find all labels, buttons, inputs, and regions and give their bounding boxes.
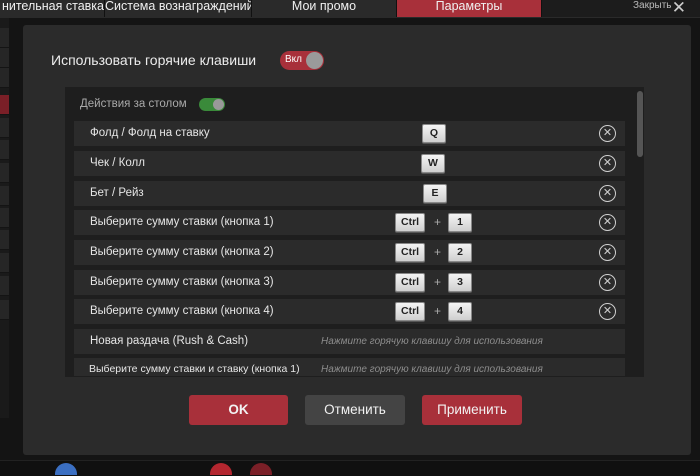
hotkey-row-fold[interactable]: Фолд / Фолд на ставку Q ✕ bbox=[74, 121, 625, 146]
hotkey-row-check-call[interactable]: Чек / Колл W ✕ bbox=[74, 151, 625, 176]
clear-icon[interactable]: ✕ bbox=[599, 185, 616, 202]
key-cap-ctrl[interactable]: Ctrl bbox=[395, 273, 426, 292]
hotkey-label: Выберите сумму ставки (кнопка 2) bbox=[90, 246, 274, 258]
tab-label: Параметры bbox=[435, 0, 503, 13]
hotkey-row-bet-and-size-1[interactable]: Выберите сумму ставки и ставку (кнопка 1… bbox=[74, 358, 625, 376]
left-strip-cell bbox=[0, 186, 9, 206]
key-plus: + bbox=[434, 245, 442, 259]
hotkey-label: Выберите сумму ставки и ставку (кнопка 1… bbox=[89, 363, 300, 375]
left-strip-cell bbox=[0, 300, 9, 320]
left-strip-cell bbox=[0, 230, 9, 250]
taskbar bbox=[0, 460, 700, 476]
hotkey-label: Фолд / Фолд на ставку bbox=[90, 127, 210, 139]
key-cap[interactable]: 3 bbox=[448, 273, 472, 292]
left-strip-cell bbox=[0, 68, 9, 88]
section-title: Действия за столом bbox=[80, 98, 187, 110]
clear-icon[interactable]: ✕ bbox=[599, 214, 616, 231]
key-cap-ctrl[interactable]: Ctrl bbox=[395, 213, 426, 232]
tab-label: нительная ставка bbox=[1, 0, 104, 13]
left-strip-cell bbox=[0, 28, 9, 48]
hotkey-label: Выберите сумму ставки (кнопка 4) bbox=[90, 305, 274, 317]
hotkey-hint: Нажмите горячую клавишу для использовани… bbox=[321, 336, 543, 347]
toggle-knob bbox=[213, 99, 224, 110]
hotkey-row-new-hand[interactable]: Новая раздача (Rush & Cash) Нажмите горя… bbox=[74, 329, 625, 354]
hotkey-row-bet-size-1[interactable]: Выберите сумму ставки (кнопка 1) Ctrl + … bbox=[74, 210, 625, 235]
hotkeys-title: Использовать горячие клавиши bbox=[51, 52, 257, 68]
cancel-button[interactable]: Отменить bbox=[305, 395, 405, 425]
ok-button[interactable]: OK bbox=[189, 395, 288, 425]
key-cap[interactable]: E bbox=[423, 184, 447, 203]
left-strip-cell bbox=[0, 140, 9, 160]
hotkeys-toggle-label: Вкл bbox=[285, 54, 302, 65]
left-strip-cell bbox=[0, 163, 9, 183]
hotkeys-toggle[interactable]: Вкл bbox=[280, 51, 324, 70]
hotkey-hint: Нажмите горячую клавишу для использовани… bbox=[321, 364, 543, 375]
key-plus: + bbox=[434, 304, 442, 318]
clear-icon[interactable]: ✕ bbox=[599, 125, 616, 142]
close-icon: ✕ bbox=[671, 0, 686, 17]
taskbar-app-icon[interactable] bbox=[250, 463, 272, 475]
left-strip-cell bbox=[0, 95, 9, 115]
hotkey-label: Бет / Рейз bbox=[90, 187, 144, 199]
hotkey-row-bet-size-2[interactable]: Выберите сумму ставки (кнопка 2) Ctrl + … bbox=[74, 240, 625, 265]
top-tab-bar: нительная ставка Система вознаграждений … bbox=[0, 0, 700, 18]
clear-icon[interactable]: ✕ bbox=[599, 303, 616, 320]
close-label: Закрыть bbox=[633, 0, 672, 11]
left-strip-cell bbox=[0, 276, 9, 296]
taskbar-app-icon[interactable] bbox=[55, 463, 77, 475]
key-cap[interactable]: Q bbox=[422, 124, 446, 143]
tab-rewards[interactable]: Система вознаграждений bbox=[105, 0, 252, 17]
hotkey-label: Выберите сумму ставки (кнопка 3) bbox=[90, 276, 274, 288]
key-cap[interactable]: W bbox=[421, 154, 445, 173]
clear-icon[interactable]: ✕ bbox=[599, 274, 616, 291]
left-strip-cell bbox=[0, 253, 9, 273]
key-cap-ctrl[interactable]: Ctrl bbox=[395, 243, 426, 262]
key-cap-ctrl[interactable]: Ctrl bbox=[395, 302, 426, 321]
hotkey-label: Новая раздача (Rush & Cash) bbox=[90, 335, 249, 347]
key-cap[interactable]: 4 bbox=[448, 302, 472, 321]
clear-icon[interactable]: ✕ bbox=[599, 155, 616, 172]
scrollbar[interactable] bbox=[637, 91, 643, 375]
tab-supplementary-bet[interactable]: нительная ставка bbox=[0, 0, 105, 17]
left-strip-cell bbox=[0, 48, 9, 68]
hotkey-label: Чек / Колл bbox=[90, 157, 145, 169]
key-plus: + bbox=[434, 215, 442, 229]
hotkey-row-bet-raise[interactable]: Бет / Рейз E ✕ bbox=[74, 181, 625, 206]
left-strip-cell bbox=[0, 208, 9, 228]
tab-my-promos[interactable]: Мои промо bbox=[252, 0, 397, 17]
tab-label: Система вознаграждений bbox=[105, 0, 252, 13]
hotkey-row-bet-size-3[interactable]: Выберите сумму ставки (кнопка 3) Ctrl + … bbox=[74, 270, 625, 295]
key-plus: + bbox=[434, 275, 442, 289]
background-left-strip bbox=[0, 18, 9, 418]
close-button[interactable]: Закрыть ✕ bbox=[630, 0, 700, 17]
hotkey-row-bet-size-4[interactable]: Выберите сумму ставки (кнопка 4) Ctrl + … bbox=[74, 299, 625, 324]
section-toggle[interactable] bbox=[199, 98, 225, 111]
tab-settings[interactable]: Параметры bbox=[397, 0, 542, 17]
left-strip-cell bbox=[0, 118, 9, 138]
clear-icon[interactable]: ✕ bbox=[599, 244, 616, 261]
toggle-knob bbox=[306, 52, 323, 69]
hotkey-label: Выберите сумму ставки (кнопка 1) bbox=[90, 216, 274, 228]
apply-button[interactable]: Применить bbox=[422, 395, 522, 425]
scrollbar-thumb[interactable] bbox=[637, 91, 643, 157]
key-cap[interactable]: 1 bbox=[448, 213, 472, 232]
tab-label: Мои промо bbox=[291, 0, 357, 13]
taskbar-app-icon[interactable] bbox=[210, 463, 232, 475]
key-cap[interactable]: 2 bbox=[448, 243, 472, 262]
